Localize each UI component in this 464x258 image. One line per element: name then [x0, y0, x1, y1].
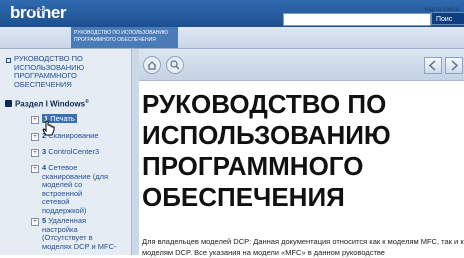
search-input[interactable] — [283, 13, 431, 26]
toc-section-windows[interactable]: Раздел I Windows® — [15, 99, 89, 109]
toc-item-remote-setup[interactable]: 5 Удаленная настройка (Отсутствует в мод… — [42, 216, 122, 251]
toc-link-manual[interactable]: РУКОВОДСТВО ПО ИСПОЛЬЗОВАНИЮ ПРОГРАММНОГ… — [14, 54, 106, 89]
home-icon[interactable] — [143, 56, 161, 74]
plus-expand-icon[interactable]: + — [31, 165, 39, 173]
search-icon[interactable] — [166, 56, 184, 74]
plus-expand-icon[interactable]: + — [31, 116, 39, 124]
toc-bullet-icon — [6, 58, 11, 63]
toc-item-controlcenter[interactable]: 3 ControlCenter3 — [42, 147, 99, 157]
registered-mark: ® — [85, 99, 89, 105]
content-toolbar — [139, 49, 464, 81]
sidebar-scrollbar[interactable] — [131, 49, 139, 255]
section-expand-icon[interactable] — [5, 100, 12, 107]
back-link[interactable]: Назад — [27, 7, 44, 13]
sitemap-link[interactable]: Карта сайта — [425, 7, 458, 13]
brother-logo[interactable]: brother — [10, 3, 67, 23]
plus-expand-icon[interactable]: + — [31, 149, 39, 157]
plus-expand-icon[interactable]: + — [31, 133, 39, 141]
section-title-text: Раздел I Windows — [15, 99, 86, 109]
arrow-left-icon[interactable] — [424, 57, 442, 74]
search-button[interactable]: Поис — [431, 12, 464, 25]
page-title: РУКОВОДСТВО ПО ИСПОЛЬЗОВАНИЮ ПРОГРАММНОГ… — [142, 89, 391, 212]
pointer-cursor-icon — [42, 120, 55, 136]
navigation-bar — [0, 27, 464, 49]
arrow-right-icon[interactable] — [445, 57, 463, 74]
plus-expand-icon[interactable]: + — [31, 218, 39, 226]
toc-item-network-scan[interactable]: 4 Сетевое сканирование (для моделей со в… — [42, 163, 108, 215]
breadcrumb-current[interactable]: РУКОВОДСТВО ПО ИСПОЛЬЗОВАНИЮ ПРОГРАММНОГ… — [71, 27, 178, 48]
